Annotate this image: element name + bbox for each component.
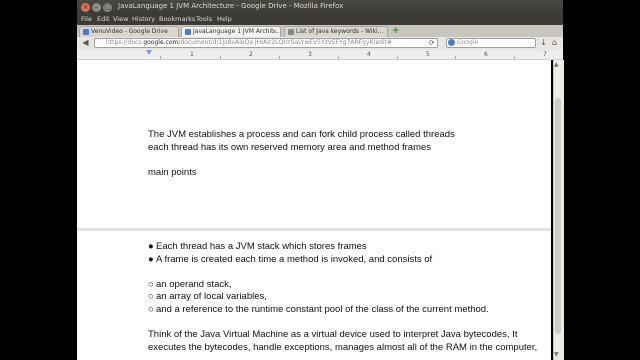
tab-label: JavaLanguage 1 JVM Archit... (193, 28, 280, 35)
google-search-icon (448, 39, 455, 46)
minimize-icon[interactable]: – (92, 3, 101, 12)
bullet-icon: ● (148, 254, 154, 265)
doc-paragraph: Think of the Java Virtual Machine as a v… (148, 329, 518, 340)
tab-venuvideo[interactable]: VenuVideo - Google Drive (79, 26, 179, 37)
wikipedia-favicon-icon (288, 29, 294, 35)
docs-favicon-icon (185, 29, 191, 35)
menu-file[interactable]: File (81, 15, 92, 23)
doc-line: The JVM establishes a process and can fo… (148, 129, 455, 140)
ruler-tick (514, 56, 515, 59)
url-text: https://docs.google.com/document/d/1Jo8x… (106, 39, 393, 46)
circle-bullet-icon: ○ (148, 279, 154, 290)
page-break (77, 228, 551, 231)
tab-jvm-architecture[interactable]: JavaLanguage 1 JVM Archit... × (181, 26, 281, 37)
tab-label: List of Java keywords - Wiki... (296, 28, 384, 35)
ruler-mark: 3 (308, 51, 312, 58)
ruler-mark: 1 (190, 51, 194, 58)
search-placeholder: Google (457, 39, 479, 46)
doc-paragraph: executes the bytecodes, handle exception… (148, 342, 538, 353)
doc-bullet: ● Each thread has a JVM stack which store… (148, 241, 367, 252)
doc-bullet: ● A frame is created each time a method i… (148, 254, 433, 265)
ruler-mark: 7 (543, 51, 547, 58)
ruler-tick (455, 56, 456, 59)
circle-bullet-icon: ○ (148, 304, 154, 315)
menu-tools[interactable]: Tools (196, 15, 212, 23)
back-icon[interactable]: ◀ (80, 38, 91, 48)
screen: × – □ JavaLanguage 1 JVM Architecture - … (0, 0, 640, 360)
maximize-icon[interactable]: □ (103, 3, 112, 12)
ruler-tick (338, 56, 339, 59)
doc-subbullet: ○ and a reference to the runtime constant… (148, 304, 489, 315)
tab-close-icon[interactable]: × (272, 27, 277, 37)
circle-bullet-icon: ○ (148, 291, 154, 302)
doc-subbullet: ○ an operand stack, (148, 279, 232, 290)
ruler-mark: 2 (249, 51, 253, 58)
document-page[interactable] (77, 60, 551, 360)
doc-heading: main points (148, 167, 197, 178)
download-icon[interactable]: ↓ (538, 38, 549, 48)
new-tab-icon[interactable]: + (392, 26, 400, 36)
close-icon[interactable]: × (81, 3, 90, 12)
doc-line: each thread has its own reserved memory … (148, 142, 432, 153)
tab-label: VenuVideo - Google Drive (91, 28, 168, 35)
ruler-tick (397, 56, 398, 59)
drive-favicon-icon (83, 29, 89, 35)
home-icon[interactable]: ⌂ (549, 38, 560, 48)
menu-view[interactable]: View (113, 15, 128, 23)
ruler-mark: 6 (484, 51, 488, 58)
ruler-mark: 4 (367, 51, 371, 58)
menu-help[interactable]: Help (217, 15, 232, 23)
tab-java-keywords[interactable]: List of Java keywords - Wiki... (284, 26, 388, 37)
menu-history[interactable]: History (132, 15, 155, 23)
doc-subbullet: ○ an array of local variables, (148, 291, 267, 302)
scroll-down-icon[interactable]: ▼ (554, 351, 559, 358)
ruler-mark: 5 (426, 51, 430, 58)
ruler-tick (160, 56, 161, 59)
scroll-up-icon[interactable]: ▲ (554, 61, 559, 68)
ruler-tick (279, 56, 280, 59)
window-title: JavaLanguage 1 JVM Architecture - Google… (118, 2, 344, 10)
reload-icon[interactable]: ⟳ (426, 38, 437, 48)
scrollbar-thumb[interactable] (555, 98, 561, 334)
menu-edit[interactable]: Edit (97, 15, 110, 23)
indent-marker-icon[interactable] (146, 50, 152, 55)
menu-bookmarks[interactable]: Bookmarks (159, 15, 195, 23)
ruler-tick (220, 56, 221, 59)
bullet-icon: ● (148, 241, 154, 252)
